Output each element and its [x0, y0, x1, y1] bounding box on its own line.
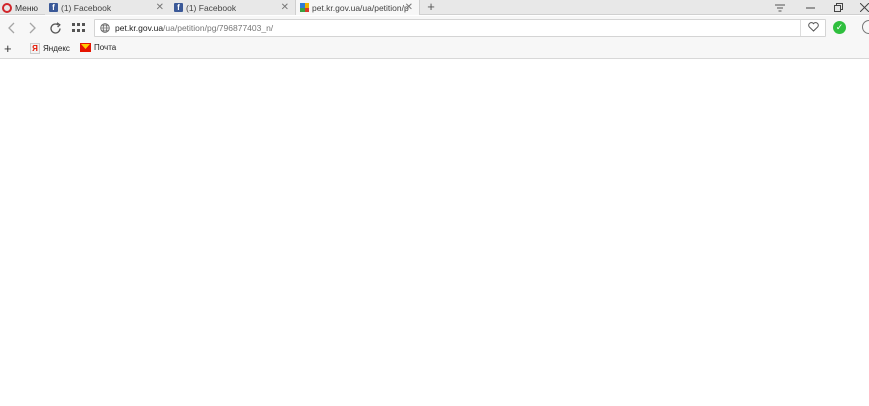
bookmark-label: Почта [94, 43, 117, 52]
tab-facebook-1[interactable]: f (1) Facebook ✕ [45, 0, 170, 15]
facebook-icon: f [49, 3, 58, 12]
tab-title: (1) Facebook [186, 2, 237, 13]
globe-icon [95, 23, 115, 33]
tab-menu-icon[interactable] [766, 0, 794, 15]
menu-label: Меню [15, 2, 38, 13]
forward-icon[interactable] [24, 19, 42, 37]
heart-icon[interactable] [808, 22, 819, 35]
opera-logo-icon [2, 2, 12, 13]
bookmarks-bar: + Я Яндекс Почта [0, 40, 869, 59]
minimize-icon[interactable] [796, 0, 824, 15]
close-tab-icon[interactable]: ✕ [156, 2, 164, 13]
add-bookmark-button[interactable]: + [4, 42, 12, 56]
clock-extension-icon[interactable] [862, 20, 869, 34]
bookmark-mail[interactable]: Почта [80, 43, 116, 52]
url-host: pet.kr.gov.ua [115, 23, 164, 33]
tab-facebook-2[interactable]: f (1) Facebook ✕ [170, 0, 295, 15]
facebook-icon: f [174, 3, 183, 12]
tab-petition[interactable]: pet.kr.gov.ua/ua/petition/p ✕ [295, 0, 420, 15]
address-toolbar: pet.kr.gov.ua/ua/petition/pg/796877403_n… [0, 16, 869, 40]
tab-strip: Меню f (1) Facebook ✕ f (1) Facebook ✕ p… [0, 0, 869, 15]
close-tab-icon[interactable]: ✕ [405, 2, 413, 13]
close-tab-icon[interactable]: ✕ [281, 2, 289, 13]
restore-icon[interactable] [824, 0, 852, 15]
url-text: pet.kr.gov.ua/ua/petition/pg/796877403_n… [115, 23, 273, 33]
check-extension-icon[interactable]: ✓ [833, 21, 846, 34]
kr-gov-icon [300, 3, 309, 12]
speed-dial-icon[interactable] [69, 19, 87, 37]
opera-menu-button[interactable]: Меню [0, 0, 44, 15]
bookmark-yandex[interactable]: Я Яндекс [30, 43, 70, 54]
yandex-icon: Я [30, 43, 40, 54]
address-divider [800, 20, 801, 36]
tab-title: pet.kr.gov.ua/ua/petition/p [312, 2, 409, 13]
reload-icon[interactable] [46, 19, 64, 37]
close-window-icon[interactable] [850, 0, 869, 15]
tab-title: (1) Facebook [61, 2, 112, 13]
url-path: /ua/petition/pg/796877403_n/ [163, 23, 274, 33]
page-content [0, 60, 869, 406]
back-icon[interactable] [2, 19, 20, 37]
address-bar[interactable]: pet.kr.gov.ua/ua/petition/pg/796877403_n… [94, 19, 826, 37]
bookmark-label: Яндекс [43, 44, 70, 53]
new-tab-button[interactable]: + [424, 0, 438, 15]
mail-icon [80, 43, 91, 52]
